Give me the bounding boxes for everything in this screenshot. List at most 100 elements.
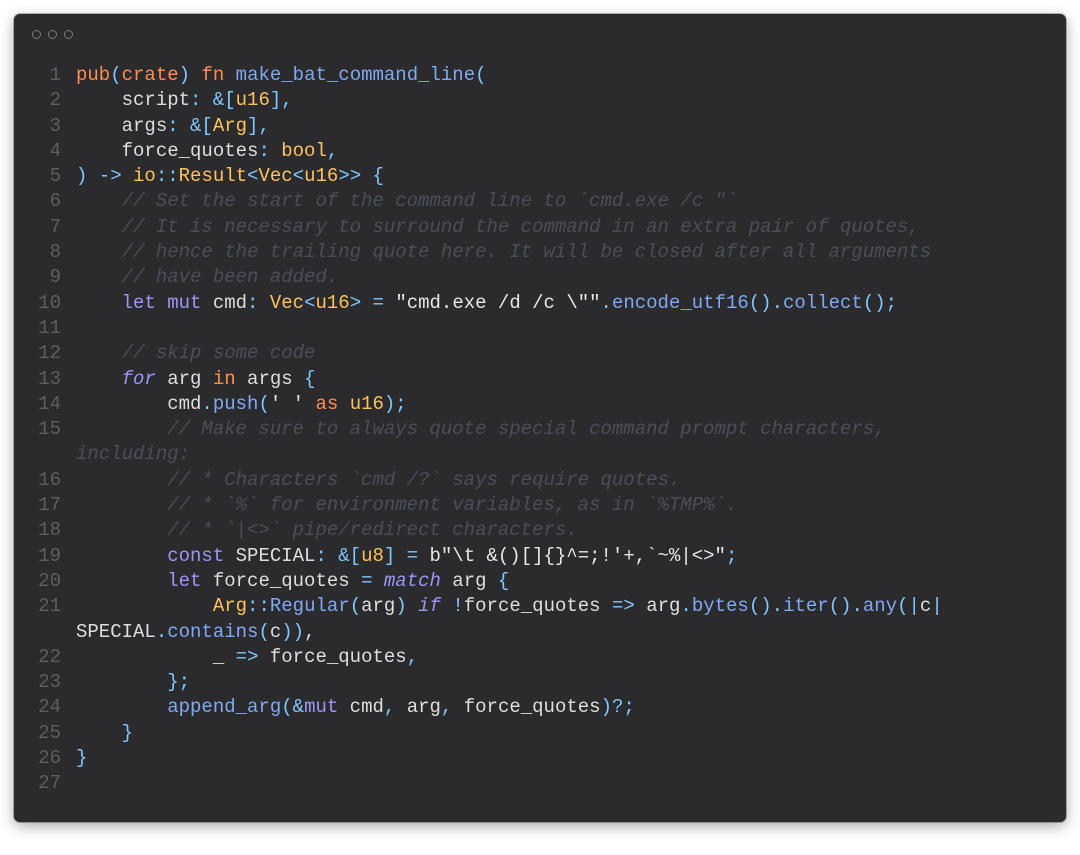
code-line: 11 — [14, 316, 1066, 341]
minimize-button[interactable] — [48, 30, 57, 39]
code-text: // hence the trailing quote here. It wil… — [61, 240, 932, 265]
code-token: // * Characters `cmd /?` says require qu… — [76, 468, 681, 491]
code-window: 1 pub(crate) fn make_bat_command_line(2 s… — [14, 14, 1066, 822]
code-line-wrap: including: — [14, 442, 1066, 467]
line-number: 25 — [38, 721, 61, 744]
code-line: 4 force_quotes: bool, — [14, 139, 1066, 164]
line-number: 10 — [38, 291, 61, 314]
code-line: 6 // Set the start of the command line t… — [14, 189, 1066, 214]
code-token: (| — [897, 595, 920, 618]
code-text: } — [61, 721, 133, 746]
code-token: including: — [76, 443, 191, 466]
line-number: 22 — [38, 645, 61, 668]
code-token: :: — [247, 595, 270, 618]
code-text: _ => force_quotes, — [61, 645, 418, 670]
code-text: // It is necessary to surround the comma… — [61, 215, 920, 240]
code-token: arg — [155, 367, 213, 390]
code-token: // hence the trailing quote here. It wil… — [76, 241, 932, 264]
code-token: , — [383, 696, 407, 719]
line-number: 27 — [38, 772, 61, 795]
code-token: | — [931, 595, 943, 618]
code-token: < — [304, 291, 316, 314]
code-token: ( — [258, 392, 270, 415]
code-token: // Make sure to always quote special com… — [76, 418, 886, 441]
code-token: } — [76, 721, 134, 744]
close-button[interactable] — [32, 30, 41, 39]
line-number: 24 — [38, 696, 61, 719]
code-token: c — [269, 620, 282, 643]
code-text: // * `|<>` pipe/redirect characters. — [61, 518, 578, 543]
code-token: bool — [281, 139, 327, 162]
line-number: 11 — [38, 316, 61, 339]
code-token: iter — [783, 595, 829, 618]
code-token: => — [611, 595, 647, 618]
code-token: force_quotes — [463, 696, 601, 719]
code-token: arg — [406, 696, 441, 719]
code-token: encode_utf16 — [611, 291, 749, 314]
code-token: // * `|<>` pipe/redirect characters. — [76, 519, 578, 542]
code-token: >> { — [338, 165, 384, 188]
code-token: ' ' — [269, 392, 305, 415]
code-token: // It is necessary to surround the comma… — [76, 215, 920, 238]
line-number: 15 — [38, 418, 61, 441]
code-text: including: — [61, 442, 190, 467]
code-token: . — [155, 620, 168, 643]
code-token: . — [201, 392, 213, 415]
code-line: 15 // Make sure to always quote special … — [14, 417, 1066, 442]
code-token: }; — [76, 671, 191, 694]
line-number: 14 — [38, 392, 61, 415]
code-token: Vec — [258, 165, 293, 188]
code-token: , — [406, 645, 419, 668]
line-number: 5 — [49, 165, 61, 188]
code-token: arg — [440, 569, 498, 592]
code-token: ] = — [383, 544, 430, 567]
code-token: make_bat_command_line — [235, 64, 476, 86]
code-text: } — [61, 746, 87, 771]
code-token: mut — [304, 696, 339, 719]
line-number: 18 — [38, 519, 61, 542]
code-line: 2 script: &[u16], — [14, 88, 1066, 113]
code-token: = — [361, 569, 384, 592]
line-number: 26 — [38, 747, 61, 770]
code-token: (). — [748, 595, 784, 618]
code-token: ], — [269, 89, 293, 112]
code-text: script: &[u16], — [61, 88, 293, 113]
code-token: :: — [155, 165, 179, 188]
code-token: => — [235, 645, 270, 668]
code-token: io — [133, 165, 156, 188]
code-token: : — [258, 139, 282, 162]
code-token: b"\t &()[]{}^=;!'+,`~%|<>" — [429, 544, 726, 567]
code-token: force_quotes — [269, 645, 407, 668]
code-token: )) — [281, 620, 305, 643]
code-token: arg — [361, 595, 396, 618]
code-text: // * `%` for environment variables, as i… — [61, 493, 737, 518]
code-line: 14 cmd.push(' ' as u16); — [14, 392, 1066, 417]
code-token: ) — [395, 595, 419, 618]
code-token: } — [76, 747, 88, 770]
code-token: collect — [783, 291, 863, 314]
line-number: 2 — [49, 89, 61, 112]
line-number: 17 — [38, 494, 61, 517]
code-line: 3 args: &[Arg], — [14, 114, 1066, 139]
code-token: SPECIAL — [76, 620, 156, 643]
code-editor[interactable]: 1 pub(crate) fn make_bat_command_line(2 s… — [14, 63, 1066, 797]
code-text: ) -> io::Result<Vec<u16>> { — [61, 164, 384, 189]
code-text: }; — [61, 670, 190, 695]
code-text: // skip some code — [61, 341, 316, 366]
code-text: const SPECIAL: &[u8] = b"\t &()[]{}^=;!'… — [61, 544, 737, 569]
code-token: Vec — [269, 291, 305, 314]
code-line: 12 // skip some code — [14, 341, 1066, 366]
maximize-button[interactable] — [64, 30, 73, 39]
code-line: 24 append_arg(&mut cmd, arg, force_quote… — [14, 695, 1066, 720]
code-token: ( — [475, 64, 487, 86]
code-token: // Set the start of the command line to … — [76, 190, 738, 213]
line-number: 21 — [38, 595, 61, 618]
code-token: ( — [258, 620, 270, 643]
code-token: ) — [178, 64, 191, 86]
code-token: Arg — [212, 595, 248, 618]
